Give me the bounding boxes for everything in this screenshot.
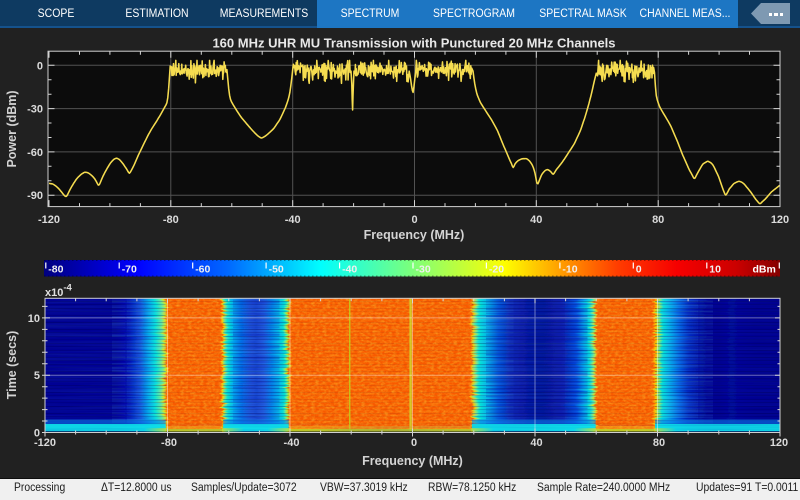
svg-text:10: 10 [709,264,721,276]
svg-text:-40: -40 [285,214,301,226]
svg-text:10: 10 [28,313,40,325]
svg-text:0: 0 [636,264,642,276]
svg-text:Time (secs): Time (secs) [5,331,19,400]
svg-text:Frequency (MHz): Frequency (MHz) [362,454,463,468]
svg-text:-10: -10 [562,264,577,276]
svg-text:Frequency (MHz): Frequency (MHz) [364,228,465,242]
svg-text:-120: -120 [38,214,60,226]
svg-text:-30: -30 [416,264,431,276]
svg-text:-90: -90 [27,190,43,202]
svg-text:0: 0 [37,60,43,72]
svg-text:Power (dBm): Power (dBm) [5,90,19,167]
svg-text:-20: -20 [489,264,504,276]
svg-text:-60: -60 [27,147,43,159]
svg-text:120: 120 [770,437,788,449]
svg-text:-120: -120 [34,437,56,449]
svg-text:-30: -30 [27,104,43,116]
svg-text:0: 0 [411,437,417,449]
svg-text:-50: -50 [269,264,284,276]
svg-text:dBm: dBm [753,264,776,276]
svg-text:-70: -70 [122,264,137,276]
svg-text:0: 0 [411,214,417,226]
svg-text:5: 5 [34,370,40,382]
svg-text:40: 40 [530,437,542,449]
svg-text:40: 40 [530,214,542,226]
svg-text:80: 80 [652,214,664,226]
svg-text:-80: -80 [163,214,179,226]
svg-text:80: 80 [653,437,665,449]
svg-text:-80: -80 [48,264,63,276]
svg-text:-40: -40 [284,437,300,449]
svg-text:x10-4: x10-4 [45,283,73,300]
svg-text:160 MHz UHR MU Transmission wi: 160 MHz UHR MU Transmission with Punctur… [212,36,615,51]
svg-text:-60: -60 [195,264,210,276]
svg-text:-40: -40 [342,264,357,276]
svg-text:-80: -80 [161,437,177,449]
svg-text:120: 120 [771,214,789,226]
